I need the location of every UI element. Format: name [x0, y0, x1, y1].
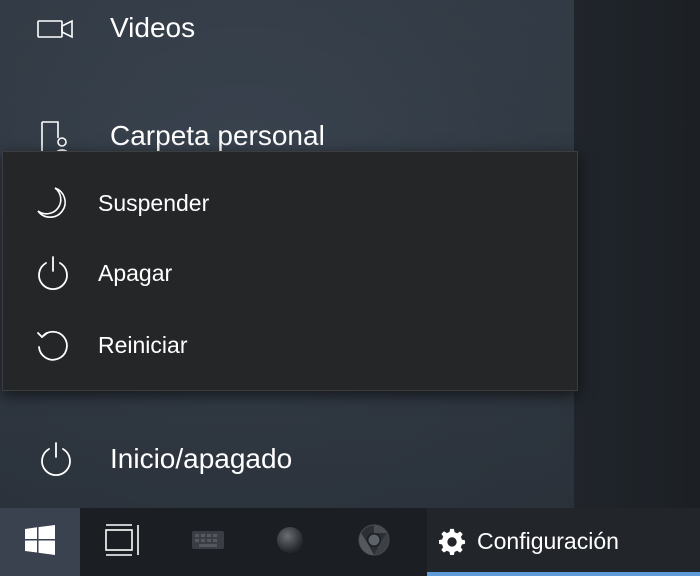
taskbar-app-keyboard[interactable] [168, 508, 248, 576]
windows-logo-icon [25, 524, 55, 560]
flyout-item-label: Suspender [98, 189, 210, 216]
flyout-item-suspend[interactable]: Suspender [3, 170, 577, 236]
restart-icon [33, 325, 73, 365]
taskbar-settings-button[interactable]: Configuración [427, 508, 700, 576]
app-orb-icon [275, 525, 305, 560]
flyout-item-label: Apagar [98, 259, 173, 286]
user-folder-icon [36, 116, 76, 156]
start-item-label: Carpeta personal [110, 120, 325, 151]
start-item-label: Inicio/apagado [110, 443, 293, 474]
gear-icon [439, 528, 467, 561]
video-icon [36, 8, 76, 48]
flyout-item-label: Reiniciar [98, 331, 188, 358]
taskbar-app-sphere[interactable] [250, 508, 330, 576]
power-flyout: Suspender Apagar Reiniciar [2, 151, 578, 391]
flyout-item-restart[interactable]: Reiniciar [3, 312, 577, 378]
task-view-button[interactable] [82, 508, 162, 576]
start-item-power[interactable]: Inicio/apagado [0, 431, 574, 487]
start-item-videos[interactable]: Videos [0, 0, 574, 56]
chrome-icon [357, 523, 391, 562]
power-icon [36, 439, 76, 479]
taskbar-app-chrome[interactable] [334, 508, 414, 576]
flyout-item-shutdown[interactable]: Apagar [3, 240, 577, 306]
desktop-background [574, 0, 700, 508]
taskbar: Configuración [0, 508, 700, 576]
power-icon [33, 253, 73, 293]
settings-label: Configuración [477, 528, 619, 554]
start-item-label: Videos [110, 12, 196, 43]
active-indicator [427, 572, 700, 576]
task-view-icon [102, 522, 142, 563]
moon-icon [33, 183, 73, 223]
keyboard-icon [191, 528, 225, 557]
start-button[interactable] [0, 508, 80, 576]
